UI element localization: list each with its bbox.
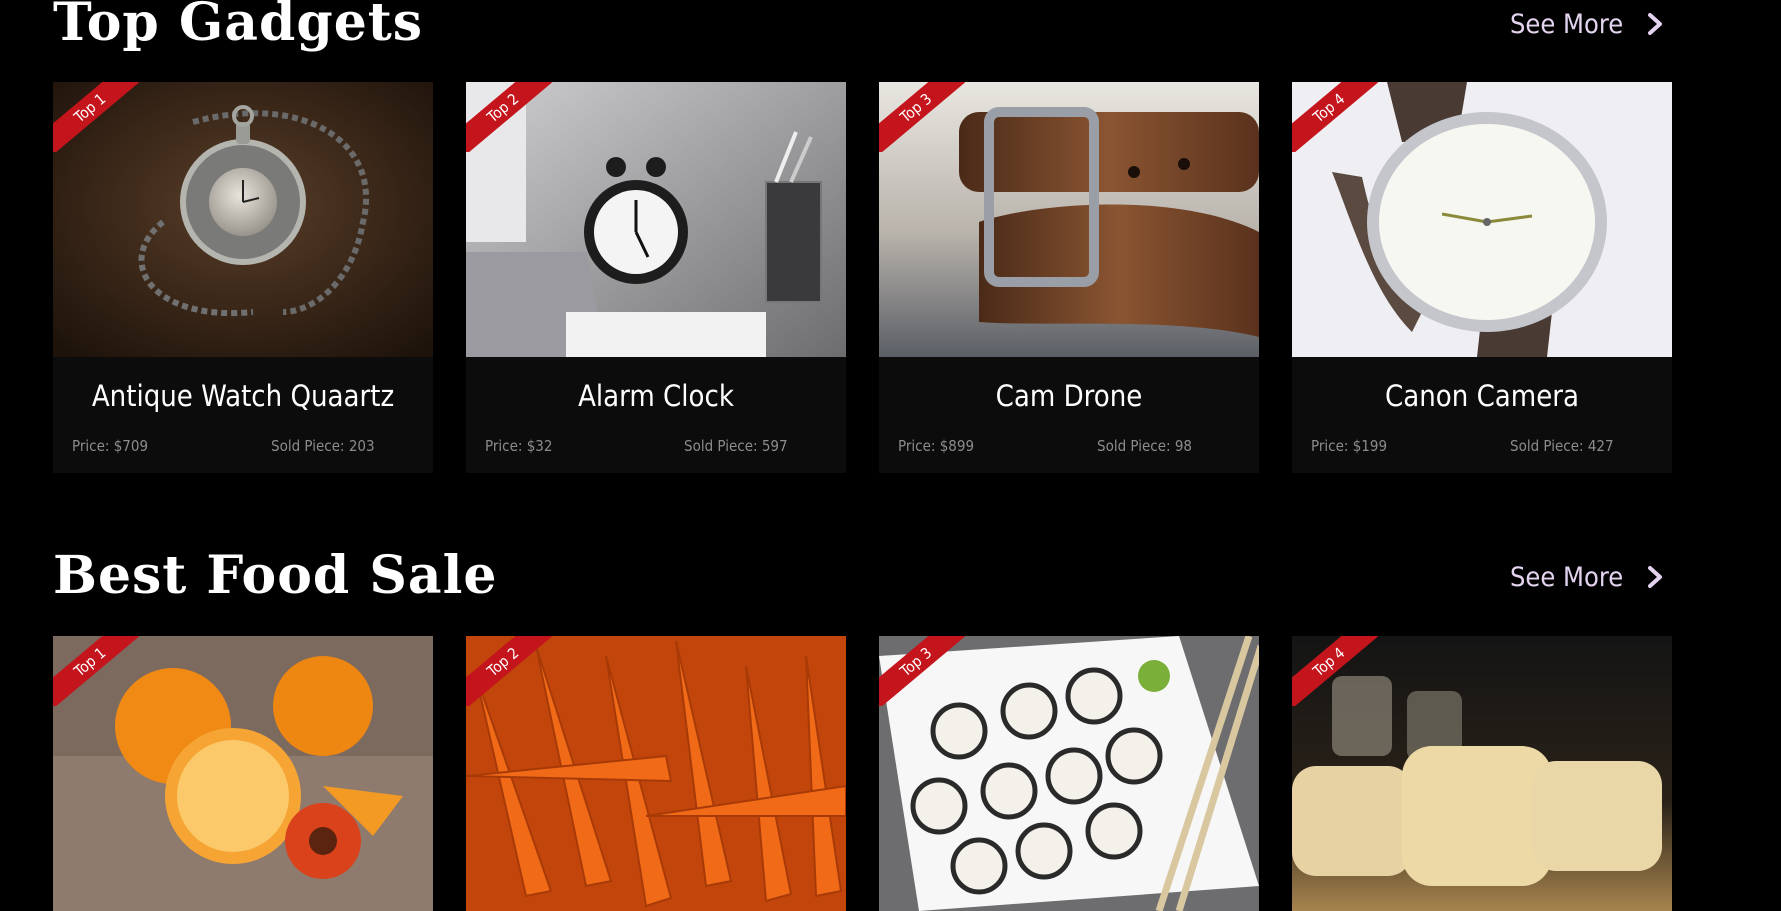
section-header: Top Gadgets See More — [53, 0, 1670, 58]
rank-label: Top 2 — [466, 636, 552, 706]
product-card[interactable]: Top 3 Cam Drone Price: $899 Sold Piece: … — [879, 82, 1259, 473]
see-more-label: See More — [1510, 8, 1624, 40]
rank-label: Top 3 — [879, 636, 965, 706]
product-card[interactable]: Top 1 — [53, 636, 433, 911]
product-list: Top 1 Antique Watch Quaartz Price: $709 … — [53, 82, 1672, 473]
see-more-link[interactable]: See More — [1510, 6, 1670, 42]
product-name[interactable]: Alarm Clock — [466, 379, 846, 413]
product-card[interactable]: Top 2 Alarm Clock Price: $32 Sold Piece:… — [466, 82, 846, 473]
product-card[interactable]: Top 2 — [466, 636, 846, 911]
see-more-label: See More — [1510, 561, 1624, 593]
product-price: Price: $32 — [485, 437, 553, 455]
product-image-carrots[interactable]: Top 2 — [466, 636, 846, 911]
section-title: Top Gadgets — [53, 0, 424, 53]
section-top-gadgets: Top Gadgets See More Top 1 Antique Watch… — [53, 0, 1672, 473]
product-sold-count: Sold Piece: 98 — [1097, 437, 1193, 455]
rank-label: Top 4 — [1292, 82, 1378, 152]
product-image-sushi[interactable]: Top 3 — [879, 636, 1259, 911]
rank-ribbon: Top 2 — [466, 636, 552, 706]
rank-ribbon: Top 4 — [1292, 82, 1378, 152]
product-info: Cam Drone Price: $899 Sold Piece: 98 — [879, 357, 1259, 473]
product-name[interactable]: Antique Watch Quaartz — [53, 379, 433, 413]
page: Top Gadgets See More Top 1 Antique Watch… — [0, 0, 1781, 911]
see-more-link[interactable]: See More — [1510, 559, 1670, 595]
product-card[interactable]: Top 4 — [1292, 636, 1672, 911]
rank-ribbon: Top 1 — [53, 636, 139, 706]
product-list: Top 1 Top 2 Top 3 Top 4 — [53, 636, 1672, 911]
product-info: Antique Watch Quaartz Price: $709 Sold P… — [53, 357, 433, 473]
rank-label: Top 3 — [879, 82, 965, 152]
section-header: Best Food Sale See More — [53, 541, 1670, 611]
product-image-bread[interactable]: Top 4 — [1292, 636, 1672, 911]
rank-label: Top 1 — [53, 636, 139, 706]
product-price: Price: $899 — [898, 437, 975, 455]
section-best-food-sale: Best Food Sale See More Top 1 Top 2 Top … — [53, 541, 1672, 911]
product-sold-count: Sold Piece: 597 — [684, 437, 788, 455]
product-name[interactable]: Canon Camera — [1292, 379, 1672, 413]
product-image-leather-belt[interactable]: Top 3 — [879, 82, 1259, 357]
rank-ribbon: Top 3 — [879, 82, 965, 152]
product-image-wrist-watch[interactable]: Top 4 — [1292, 82, 1672, 357]
product-image-oranges[interactable]: Top 1 — [53, 636, 433, 911]
rank-label: Top 1 — [53, 82, 139, 152]
product-sold-count: Sold Piece: 203 — [271, 437, 375, 455]
product-price: Price: $199 — [1311, 437, 1388, 455]
rank-ribbon: Top 2 — [466, 82, 552, 152]
product-name[interactable]: Cam Drone — [879, 379, 1259, 413]
product-sold-count: Sold Piece: 427 — [1510, 437, 1614, 455]
chevron-right-icon — [1648, 13, 1663, 35]
product-card[interactable]: Top 3 — [879, 636, 1259, 911]
product-price: Price: $709 — [72, 437, 149, 455]
rank-label: Top 4 — [1292, 636, 1378, 706]
section-title: Best Food Sale — [53, 545, 498, 606]
product-image-pocket-watch[interactable]: Top 1 — [53, 82, 433, 357]
product-info: Canon Camera Price: $199 Sold Piece: 427 — [1292, 357, 1672, 473]
rank-label: Top 2 — [466, 82, 552, 152]
rank-ribbon: Top 3 — [879, 636, 965, 706]
chevron-right-icon — [1648, 566, 1663, 588]
product-image-alarm-clock[interactable]: Top 2 — [466, 82, 846, 357]
rank-ribbon: Top 1 — [53, 82, 139, 152]
rank-ribbon: Top 4 — [1292, 636, 1378, 706]
product-info: Alarm Clock Price: $32 Sold Piece: 597 — [466, 357, 846, 473]
product-card[interactable]: Top 4 Canon Camera Price: $199 Sold Piec… — [1292, 82, 1672, 473]
product-card[interactable]: Top 1 Antique Watch Quaartz Price: $709 … — [53, 82, 433, 473]
